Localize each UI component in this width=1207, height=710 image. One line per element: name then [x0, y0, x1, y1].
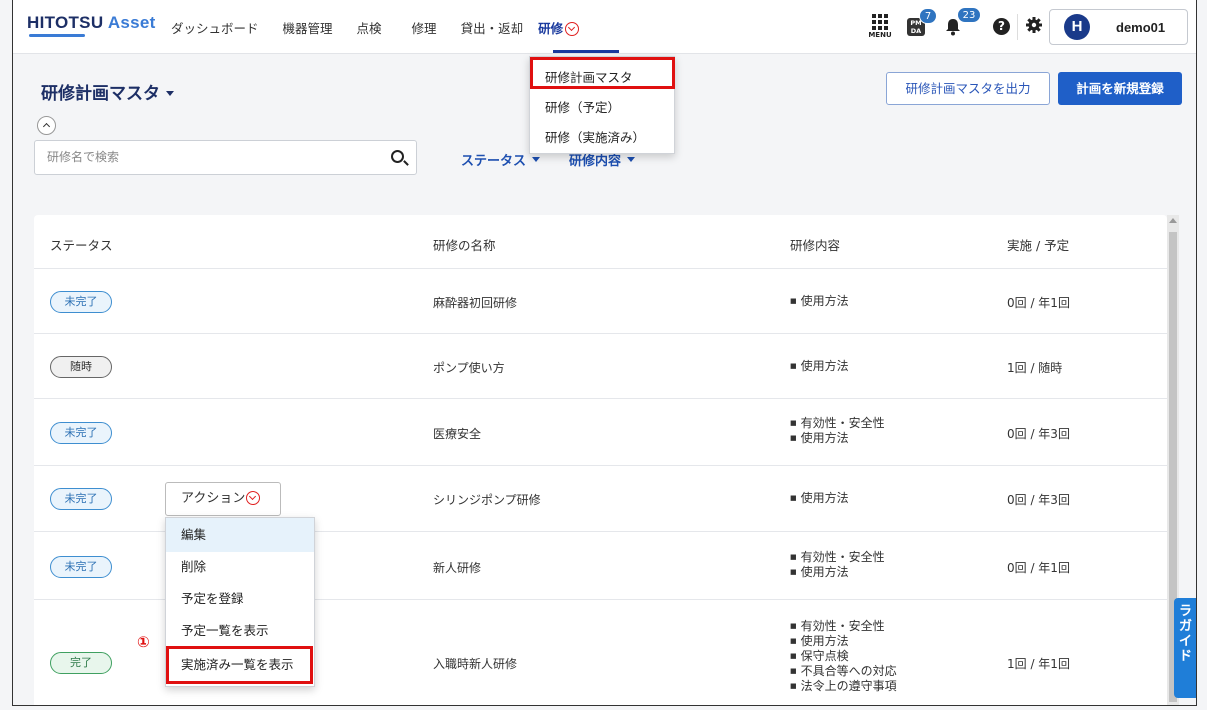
help-icon[interactable]: ?	[993, 18, 1010, 35]
training-name: 麻酔器初回研修	[433, 296, 518, 310]
logo-swoosh	[29, 34, 85, 37]
training-content: 有効性・安全性 使用方法 保守点検 不具合等への対応 法令上の遵守事項	[790, 619, 897, 694]
training-count: 0回 / 年3回	[1007, 427, 1070, 441]
header-divider	[1017, 14, 1018, 40]
main-nav: ダッシュボード 機器管理 点検 修理 貸出・返却 研修	[171, 18, 603, 37]
highlight-box	[166, 646, 313, 684]
nav-inspection[interactable]: 点検	[357, 18, 382, 37]
training-name: 入職時新人研修	[433, 657, 518, 671]
notification-badge: 23	[957, 7, 981, 23]
nav-active-indicator	[553, 50, 619, 53]
app-logo[interactable]: HITOTSU Asset	[27, 13, 156, 33]
nav-training-label: 研修	[538, 21, 564, 36]
gear-icon[interactable]	[1025, 16, 1043, 39]
nav-equipment[interactable]: 機器管理	[283, 18, 333, 37]
annotation-marker: ①	[137, 633, 150, 651]
chevron-up-icon[interactable]	[37, 116, 56, 135]
action-delete[interactable]: 削除	[166, 552, 314, 582]
search-field	[34, 140, 417, 175]
scroll-up-icon[interactable]	[1169, 218, 1177, 223]
header-name: 研修の名称	[433, 238, 496, 253]
pmda-badge: 7	[919, 8, 937, 24]
training-count: 1回 / 年1回	[1007, 657, 1070, 671]
status-badge: 未完了	[50, 556, 112, 578]
chevron-down-icon	[246, 491, 261, 505]
training-content: 有効性・安全性使用方法	[790, 416, 885, 446]
training-content: 使用方法	[790, 491, 849, 506]
table-row[interactable]: 未完了 医療安全 有効性・安全性使用方法 0回 / 年3回	[34, 398, 1167, 465]
nav-lending[interactable]: 貸出・返却	[461, 18, 524, 37]
menu-grid-button[interactable]: MENU	[867, 12, 893, 39]
training-content: 使用方法	[790, 294, 849, 309]
training-name: シリンジポンプ研修	[433, 493, 541, 507]
training-count: 0回 / 年1回	[1007, 296, 1070, 310]
nav-dashboard[interactable]: ダッシュボード	[171, 18, 259, 37]
header-content: 研修内容	[790, 238, 841, 253]
status-badge: 未完了	[50, 422, 112, 444]
training-count: 0回 / 年1回	[1007, 561, 1070, 575]
search-icon[interactable]	[391, 150, 404, 163]
action-show-plans[interactable]: 予定一覧を表示	[166, 616, 314, 646]
top-header: HITOTSU Asset ダッシュボード 機器管理 点検 修理 貸出・返却 研…	[13, 0, 1196, 54]
new-plan-button[interactable]: 計画を新規登録	[1058, 72, 1182, 105]
action-button[interactable]: アクション	[165, 482, 281, 516]
dropdown-item-training-planned[interactable]: 研修（予定）	[530, 97, 674, 116]
guide-tab[interactable]: ラガイド	[1174, 598, 1196, 698]
status-badge: 未完了	[50, 488, 112, 510]
user-name: demo01	[1116, 20, 1166, 35]
bell-icon[interactable]	[945, 18, 961, 39]
training-name: 新人研修	[433, 561, 482, 575]
caret-down-icon	[166, 91, 174, 96]
highlight-box	[530, 57, 675, 89]
caret-down-icon	[532, 157, 541, 162]
status-badge: 未完了	[50, 291, 112, 313]
status-badge: 完了	[50, 652, 112, 674]
caret-down-icon	[627, 157, 636, 162]
chevron-down-icon	[565, 22, 580, 36]
training-content: 使用方法	[790, 359, 849, 374]
search-input[interactable]	[47, 150, 367, 164]
page-title[interactable]: 研修計画マスタ	[41, 79, 174, 104]
table-row[interactable]: 未完了 麻酔器初回研修 使用方法 0回 / 年1回	[34, 268, 1167, 333]
action-edit[interactable]: 編集	[166, 518, 314, 552]
header-status: ステータス	[50, 238, 113, 253]
table-row[interactable]: 随時 ポンプ使い方 使用方法 1回 / 随時	[34, 333, 1167, 398]
training-count: 0回 / 年3回	[1007, 493, 1070, 507]
user-menu-button[interactable]: H demo01	[1049, 9, 1188, 45]
status-badge: 随時	[50, 356, 112, 378]
training-count: 1回 / 随時	[1007, 361, 1063, 375]
header-count: 実施 / 予定	[1007, 238, 1070, 253]
export-master-button[interactable]: 研修計画マスタを出力	[886, 72, 1050, 105]
nav-repair[interactable]: 修理	[412, 18, 437, 37]
dropdown-item-training-done[interactable]: 研修（実施済み）	[530, 127, 674, 146]
training-name: ポンプ使い方	[433, 361, 505, 375]
app-window: HITOTSU Asset ダッシュボード 機器管理 点検 修理 貸出・返却 研…	[12, 0, 1197, 706]
training-name: 医療安全	[433, 427, 482, 441]
nav-training[interactable]: 研修	[538, 18, 580, 37]
avatar: H	[1064, 14, 1090, 40]
menu-label: MENU	[868, 31, 892, 39]
action-register-plan[interactable]: 予定を登録	[166, 584, 314, 614]
training-content: 有効性・安全性使用方法	[790, 550, 885, 580]
grid-icon	[872, 14, 888, 30]
